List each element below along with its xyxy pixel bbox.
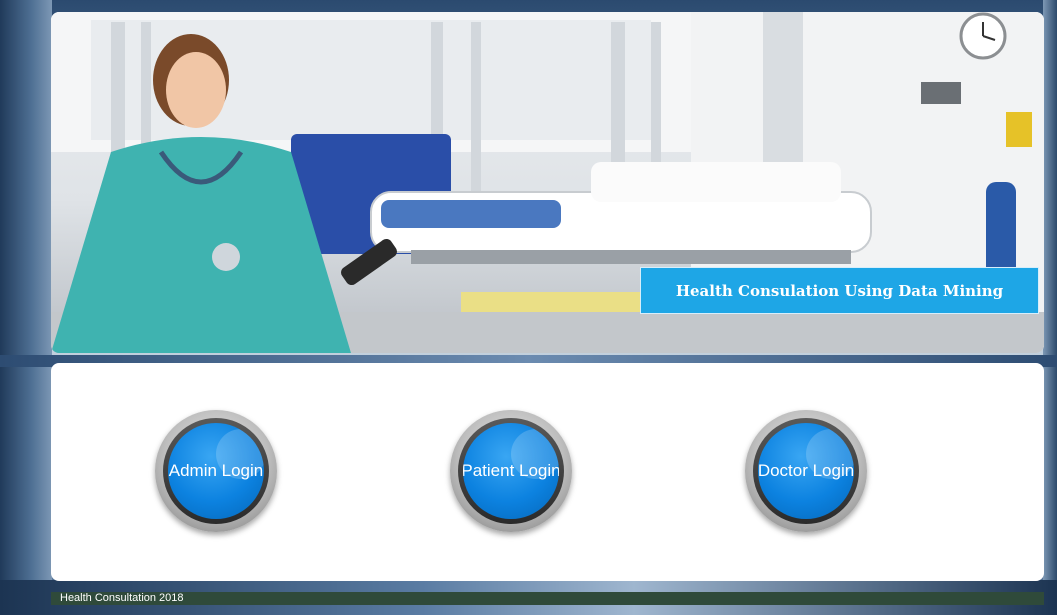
admin-login-label: Admin Login: [168, 461, 264, 480]
hero-image: Health Consulation Using Data Mining: [51, 12, 1044, 353]
app-title-banner: Health Consulation Using Data Mining: [640, 267, 1039, 314]
patient-login-button[interactable]: Patient Login: [450, 410, 572, 532]
background-left: [0, 0, 52, 615]
admin-login-button[interactable]: Admin Login: [155, 410, 277, 532]
doctor-login-label: Doctor Login: [758, 461, 854, 480]
patient-login-face[interactable]: Patient Login: [463, 423, 559, 519]
footer-bar: Health Consultation 2018: [51, 592, 1044, 605]
doctor-login-button[interactable]: Doctor Login: [745, 410, 867, 532]
admin-login-face[interactable]: Admin Login: [168, 423, 264, 519]
footer-text: Health Consultation 2018: [60, 592, 184, 604]
background-right: [1043, 0, 1057, 615]
doctor-login-face[interactable]: Doctor Login: [758, 423, 854, 519]
patient-login-label: Patient Login: [463, 461, 559, 480]
login-panel: Admin Login Patient Login Doctor Login: [51, 363, 1044, 581]
